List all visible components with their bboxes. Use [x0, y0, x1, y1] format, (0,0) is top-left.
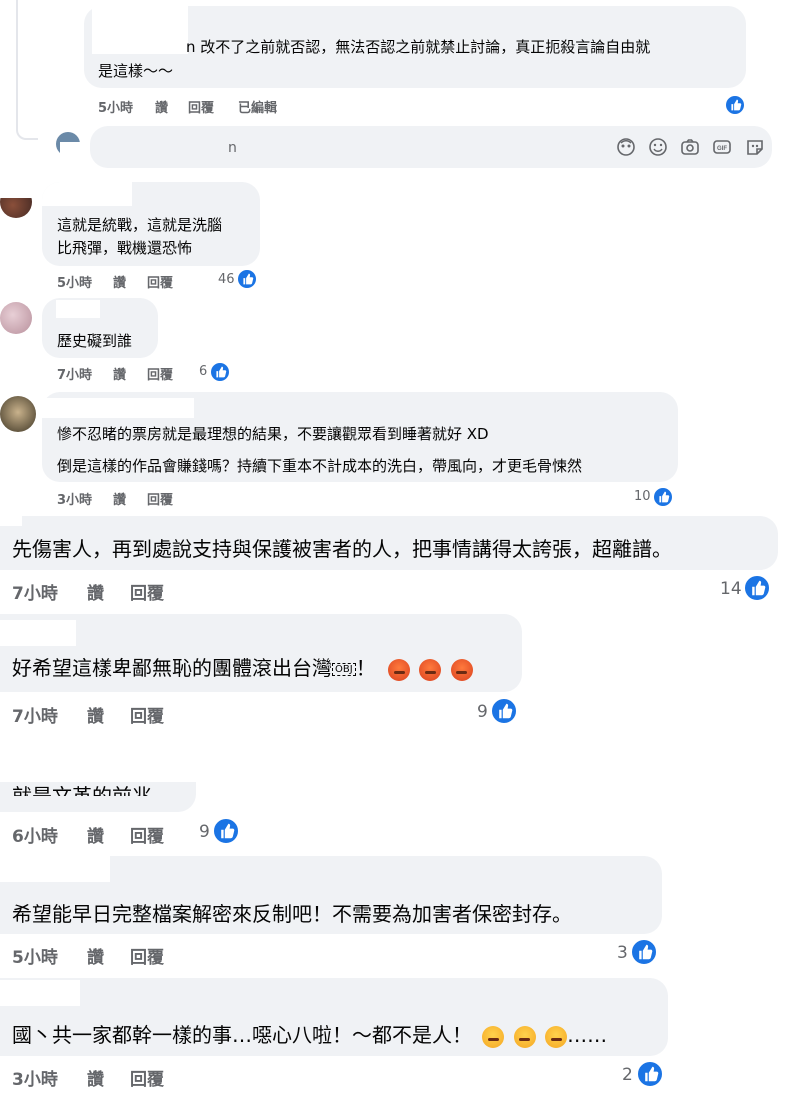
- reply-link[interactable]: 回覆: [188, 97, 214, 116]
- comment-text: 是這樣～～: [98, 62, 174, 80]
- like-link[interactable]: 讚: [113, 272, 126, 291]
- redacted-author: [0, 856, 110, 882]
- reply-link[interactable]: 回覆: [130, 702, 164, 727]
- like-count[interactable]: 46: [218, 272, 235, 287]
- edited-label: 已編輯: [238, 101, 278, 116]
- gif-icon[interactable]: GIF: [712, 137, 732, 157]
- sticker-icon[interactable]: [745, 137, 765, 157]
- angry-face-emoji: [388, 658, 411, 681]
- comment-text: 好希望這樣卑鄙無恥的團體滾出台灣 OBJ！: [12, 652, 473, 681]
- like-link[interactable]: 讚: [87, 822, 104, 847]
- svg-text:GIF: GIF: [717, 146, 727, 152]
- redacted-author: [42, 182, 132, 206]
- reply-link[interactable]: 回覆: [130, 1065, 164, 1090]
- redacted-author: [0, 516, 22, 526]
- comment-text: 這就是統戰，這就是洗腦: [57, 216, 223, 234]
- comment-text: 國丶共一家都幹一樣的事…噁心八啦！～都不是人！ ……: [12, 1019, 607, 1048]
- timestamp[interactable]: 5小時: [57, 272, 92, 291]
- comment-text: 慘不忍睹的票房就是最理想的結果，不要讓觀眾看到睡著就好 XD: [57, 425, 489, 443]
- angry-face-emoji: [419, 658, 442, 681]
- huffing-face-emoji: [545, 1025, 568, 1048]
- comment-text: 歷史礙到誰: [57, 332, 133, 350]
- composer-placeholder: n: [228, 140, 237, 156]
- redacted-avatar: [0, 180, 40, 198]
- like-link[interactable]: 讚: [113, 364, 126, 383]
- comment-text: 先傷害人，再到處說支持與保護被害者的人，把事情講得太誇張，超離譜。: [12, 537, 672, 561]
- reply-link[interactable]: 回覆: [130, 943, 164, 968]
- timestamp[interactable]: 7小時: [57, 364, 92, 383]
- reply-link[interactable]: 回覆: [147, 364, 173, 383]
- like-icon: [630, 938, 658, 966]
- like-count[interactable]: 9: [477, 702, 488, 722]
- like-count[interactable]: 9: [199, 822, 210, 842]
- like-link[interactable]: 讚: [87, 579, 104, 604]
- like-icon: [212, 817, 240, 845]
- comment-text-suffix: ！: [355, 656, 376, 680]
- like-link[interactable]: 讚: [113, 489, 126, 508]
- like-icon: [652, 486, 674, 508]
- redacted-author: [56, 300, 100, 318]
- like-icon: [236, 268, 258, 290]
- like-icon: [490, 697, 518, 725]
- comment-composer[interactable]: [90, 126, 772, 168]
- timestamp[interactable]: 3小時: [57, 489, 92, 508]
- huffing-face-emoji: [482, 1025, 505, 1048]
- redacted-author: [42, 398, 194, 418]
- like-icon: [743, 574, 771, 602]
- timestamp[interactable]: 6小時: [12, 822, 58, 847]
- reply-link[interactable]: 回覆: [130, 579, 164, 604]
- comment-text-suffix: ……: [567, 1023, 608, 1047]
- emoji-icon[interactable]: [648, 137, 668, 157]
- avatar-sticker-icon[interactable]: [616, 137, 636, 157]
- comment-text: 就是文革的前兆: [12, 784, 152, 796]
- like-count[interactable]: 2: [622, 1065, 633, 1085]
- like-count[interactable]: 6: [199, 364, 207, 379]
- timestamp[interactable]: 5小時: [12, 943, 58, 968]
- timestamp[interactable]: 5小時: [98, 97, 133, 116]
- avatar[interactable]: [0, 396, 36, 432]
- like-count[interactable]: 3: [617, 943, 628, 963]
- angry-face-emoji: [450, 658, 473, 681]
- redacted-author: [0, 620, 76, 646]
- like-icon: [209, 361, 231, 383]
- reply-link[interactable]: 回覆: [147, 272, 173, 291]
- redacted-author: [92, 6, 188, 54]
- redacted-avatar: [60, 142, 90, 164]
- camera-icon[interactable]: [680, 137, 700, 157]
- like-link[interactable]: 讚: [87, 943, 104, 968]
- comment-text: 比飛彈，戰機還恐怖: [57, 239, 193, 257]
- comment-text: 希望能早日完整檔案解密來反制吧！不需要為加害者保密封存。: [12, 902, 572, 926]
- comment-text: 倒是這樣的作品會賺錢嗎？持續下重本不計成本的洗白，帶風向，才更毛骨悚然: [57, 457, 583, 475]
- comment-text-main: 好希望這樣卑鄙無恥的團體滾出台灣: [12, 656, 332, 680]
- huffing-face-emoji: [513, 1025, 536, 1048]
- like-count[interactable]: 14: [720, 579, 742, 599]
- avatar[interactable]: [0, 302, 32, 334]
- comment-text-main: 國丶共一家都幹一樣的事…噁心八啦！～都不是人！: [12, 1023, 472, 1047]
- timestamp[interactable]: 3小時: [12, 1065, 58, 1090]
- redacted-author: [0, 980, 80, 1006]
- timestamp[interactable]: 7小時: [12, 702, 58, 727]
- timestamp[interactable]: 7小時: [12, 579, 58, 604]
- reply-link[interactable]: 回覆: [147, 489, 173, 508]
- like-icon: [724, 94, 746, 116]
- like-link[interactable]: 讚: [155, 97, 168, 116]
- like-link[interactable]: 讚: [87, 1065, 104, 1090]
- like-icon: [636, 1060, 664, 1088]
- reply-link[interactable]: 回覆: [130, 822, 164, 847]
- thread-line: [16, 0, 38, 140]
- comment-text: n 改不了之前就否認，無法否認之前就禁止討論，真正扼殺言論自由就: [186, 38, 651, 56]
- like-count[interactable]: 10: [634, 489, 651, 504]
- obj-placeholder-icon: OBJ: [332, 663, 356, 676]
- like-link[interactable]: 讚: [87, 702, 104, 727]
